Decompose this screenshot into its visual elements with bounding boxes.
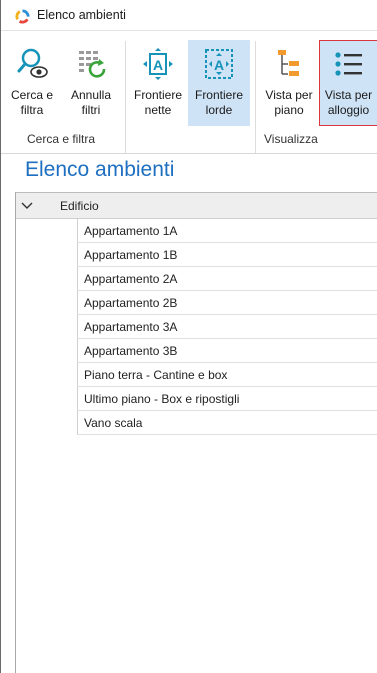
search-filter-label: Cerca e filtra (10, 88, 54, 117)
grid-rows: Appartamento 1A Appartamento 1B Appartam… (77, 219, 377, 435)
frontier-gross-label: Frontiere lorde (194, 88, 244, 117)
group-separator (255, 41, 256, 153)
table-row[interactable]: Appartamento 1B (77, 243, 377, 267)
group-label-view: Visualizza (264, 132, 318, 146)
table-row[interactable]: Appartamento 1A (77, 219, 377, 243)
ribbon-toolbar: Cerca e filtra Annulla filtri A Frontier… (1, 31, 377, 154)
svg-text:A: A (153, 57, 163, 73)
list-view-icon (334, 52, 362, 76)
search-eye-icon (17, 48, 48, 78)
floor-view-button[interactable]: Vista per piano (260, 40, 318, 126)
svg-text:A: A (214, 57, 224, 73)
search-filter-button[interactable]: Cerca e filtra (3, 40, 61, 126)
page-title: Elenco ambienti (25, 158, 175, 181)
chevron-down-icon[interactable] (20, 198, 34, 212)
app-window: Elenco ambienti Cerca e filtra Annulla f… (0, 0, 377, 673)
table-row[interactable]: Vano scala (77, 411, 377, 435)
table-row[interactable]: Appartamento 2A (77, 267, 377, 291)
frontier-gross-icon: A (205, 49, 233, 79)
frontier-net-icon: A (143, 48, 173, 80)
clear-filters-button[interactable]: Annulla filtri (63, 40, 119, 126)
table-row[interactable]: Appartamento 2B (77, 291, 377, 315)
app-logo-icon (15, 9, 30, 24)
frontier-net-label: Frontiere nette (133, 88, 183, 117)
clear-filters-label: Annulla filtri (70, 88, 112, 117)
group-label-search-filter: Cerca e filtra (27, 132, 96, 146)
group-separator (125, 41, 126, 153)
table-row[interactable]: Appartamento 3A (77, 315, 377, 339)
table-row[interactable]: Piano terra - Cantine e box (77, 363, 377, 387)
unit-view-label: Vista per alloggio (324, 88, 373, 117)
group-row-building[interactable]: Edificio (16, 193, 377, 219)
group-header-label: Edificio (60, 199, 99, 213)
table-row[interactable]: Ultimo piano - Box e ripostigli (77, 387, 377, 411)
tree-view-icon (278, 50, 299, 76)
rooms-grid: Edificio Appartamento 1A Appartamento 1B… (15, 192, 377, 673)
title-bar: Elenco ambienti (1, 0, 377, 31)
window-title: Elenco ambienti (37, 8, 126, 22)
unit-view-button[interactable]: Vista per alloggio (319, 40, 377, 126)
table-row[interactable]: Appartamento 3B (77, 339, 377, 363)
frontier-net-button[interactable]: A Frontiere nette (129, 40, 187, 126)
clear-filter-icon (79, 51, 106, 78)
frontier-gross-button[interactable]: A Frontiere lorde (188, 40, 250, 126)
floor-view-label: Vista per piano (265, 88, 313, 117)
